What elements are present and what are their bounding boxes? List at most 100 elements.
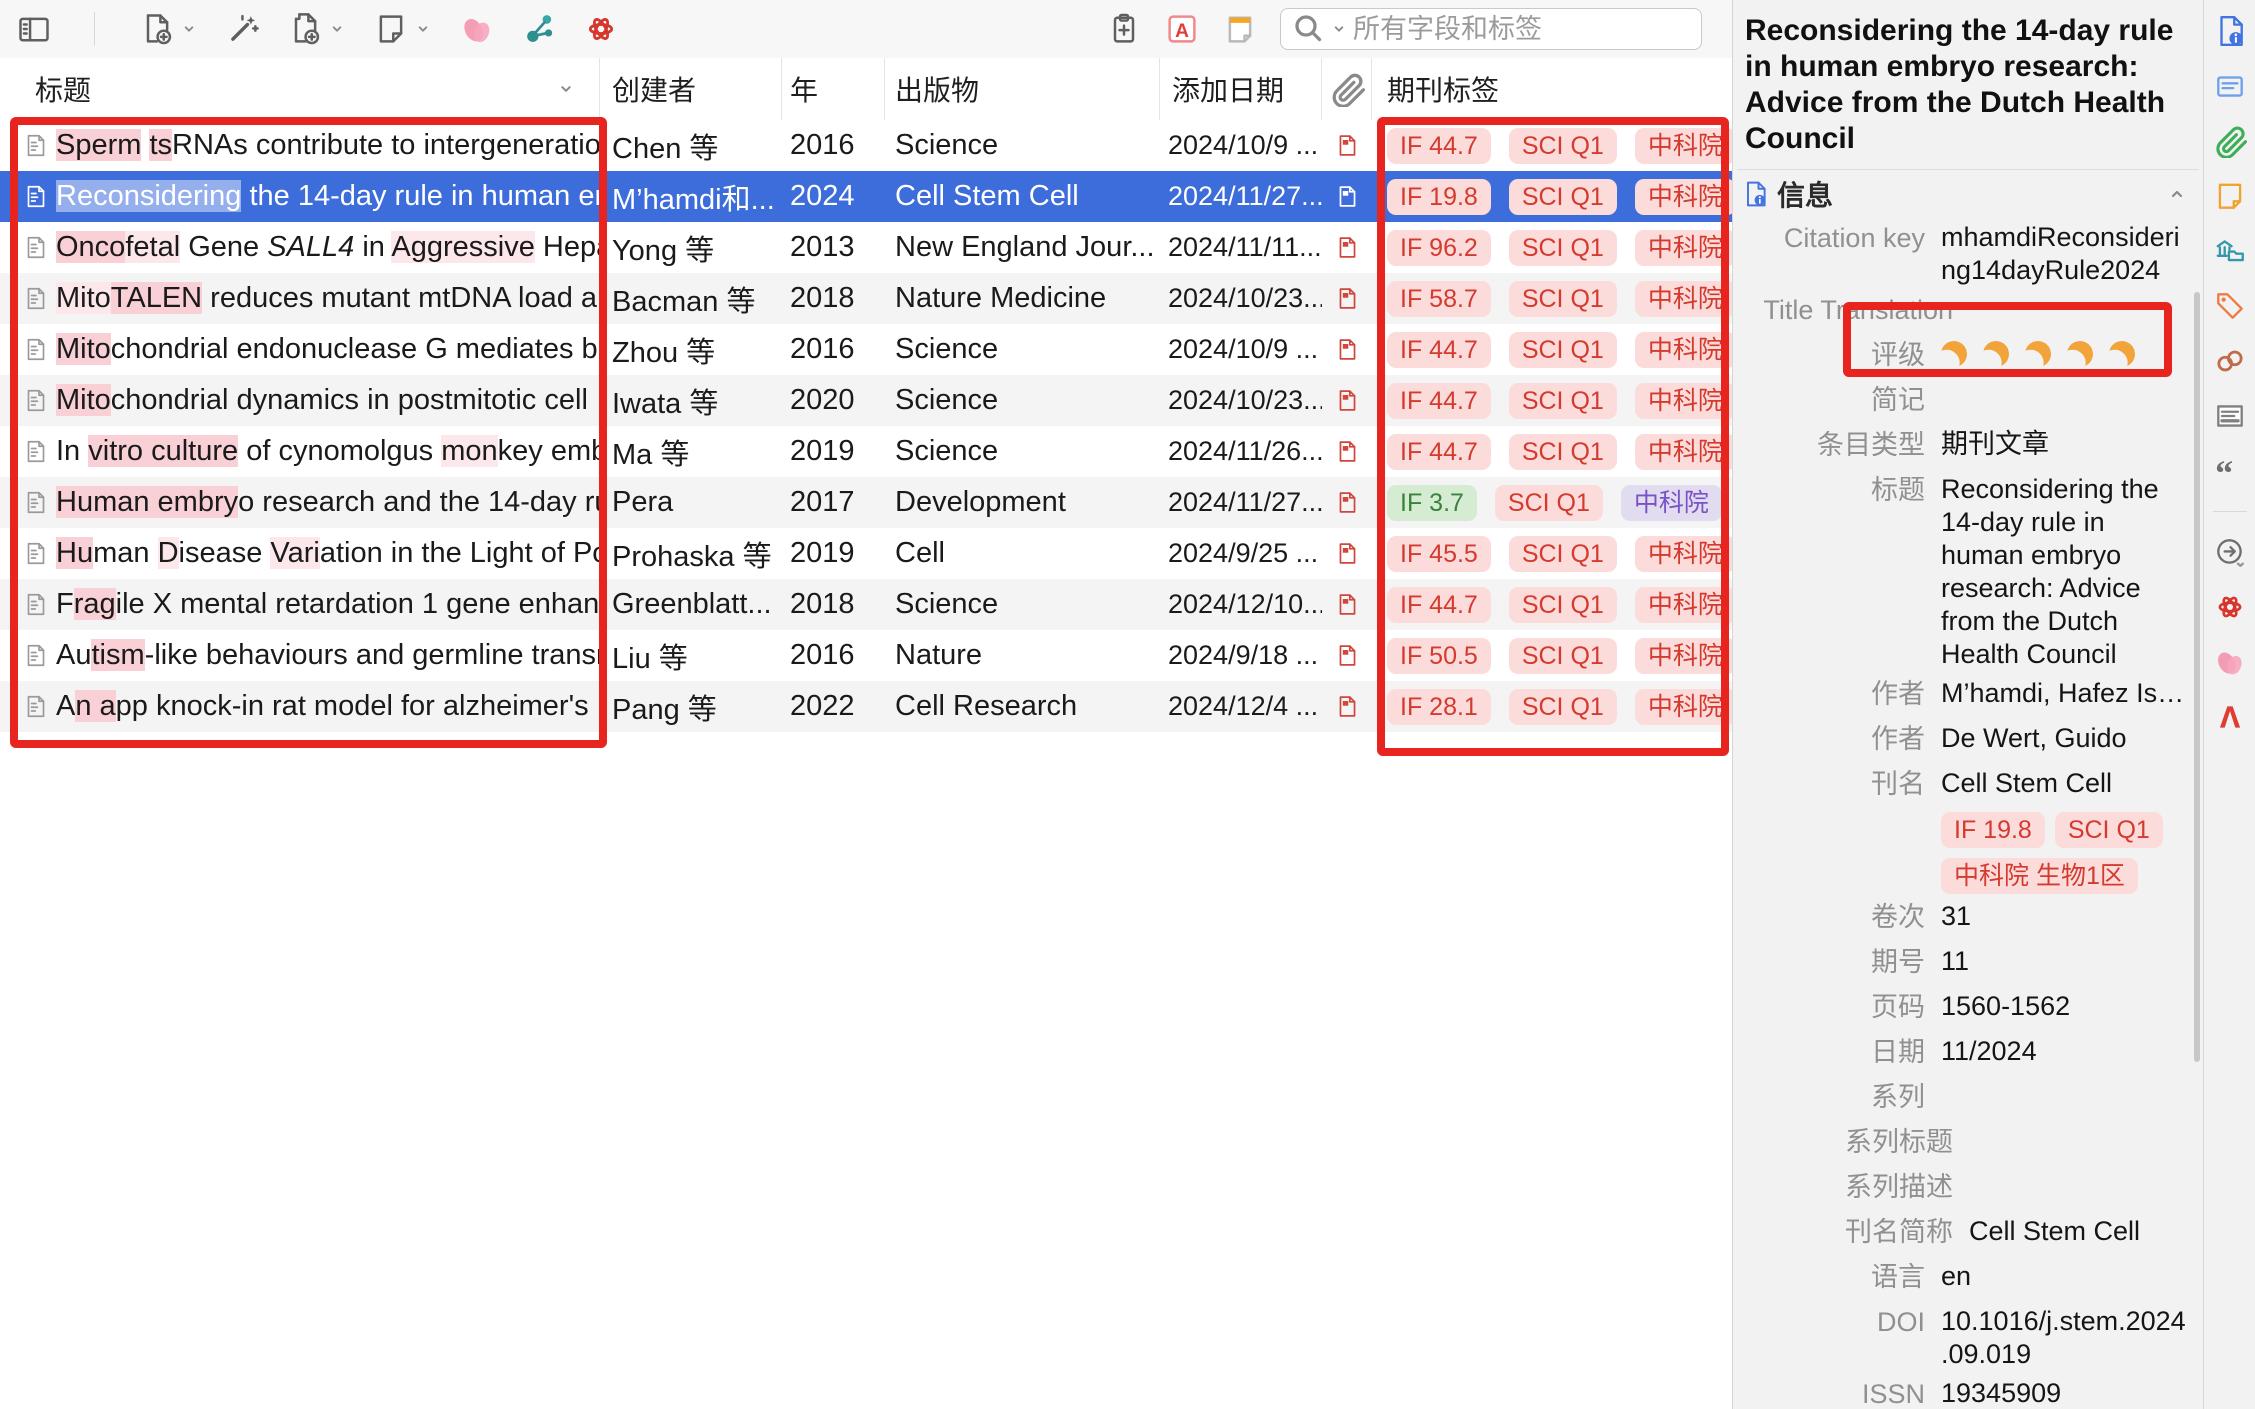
field-value[interactable]: Cell Stem Cell [1969, 1215, 2203, 1254]
search-input[interactable] [1351, 13, 1691, 46]
field-value[interactable]: M’hamdi, Hafez Is… [1941, 677, 2188, 716]
field-value[interactable]: 19345909 [1941, 1377, 2188, 1409]
journal-tag-badge[interactable]: 中科院 [1621, 485, 1722, 521]
journal-tag-badge[interactable]: 中科院 [1635, 536, 1732, 572]
field-value[interactable]: mhamdiReconsidering14dayRule2024 [1941, 221, 2188, 287]
sticky-note-icon[interactable] [1222, 11, 1258, 47]
table-row[interactable]: In vitro culture of cynomolgus monkey em… [0, 426, 1732, 477]
table-row[interactable]: Human Disease Variation in the Light of … [0, 528, 1732, 579]
field-value[interactable] [1969, 1170, 2203, 1209]
journal-tag-badge[interactable]: SCI Q1 [1509, 638, 1617, 674]
column-header-title[interactable]: 标题 [0, 58, 600, 120]
journal-tag-badge[interactable]: 中科院 [1635, 230, 1732, 266]
gpt-icon[interactable] [2213, 590, 2247, 624]
notes-icon[interactable] [2213, 179, 2247, 213]
journal-tag-badge[interactable]: SCI Q1 [1509, 689, 1617, 725]
journal-tag-badge[interactable]: SCI Q1 [1495, 485, 1603, 521]
add-attachment-icon[interactable] [287, 11, 347, 47]
field-value[interactable]: 31 [1941, 900, 2188, 939]
field-value[interactable]: Reconsidering the 14-day rule in human e… [1941, 473, 2188, 671]
moon-rating-icon[interactable] [2107, 339, 2138, 370]
journal-tag-badge[interactable]: 中科院 [1635, 434, 1732, 470]
journal-tag-badge[interactable]: IF 44.7 [1387, 128, 1491, 164]
journal-tag-badge[interactable]: 中科院 [1635, 383, 1732, 419]
translate-a-icon[interactable]: A [1164, 11, 1200, 47]
field-value[interactable] [1941, 338, 2188, 377]
journal-tag-badge[interactable]: SCI Q1 [1509, 536, 1617, 572]
annotations-icon[interactable] [2213, 399, 2247, 433]
field-value[interactable] [1969, 293, 2203, 332]
field-value[interactable] [1969, 1125, 2203, 1164]
journal-tag-badge[interactable]: IF 19.8 [1387, 179, 1491, 215]
journal-tag-badge[interactable]: 中科院 [1635, 638, 1732, 674]
collapse-panes-icon[interactable] [16, 11, 52, 47]
column-header-attachment[interactable] [1322, 58, 1372, 120]
clipboard-add-icon[interactable] [1106, 11, 1142, 47]
related-icon[interactable] [2213, 344, 2247, 378]
field-value[interactable]: 10.1016/j.stem.2024.09.019 [1941, 1305, 2188, 1371]
journal-tag-badge[interactable]: IF 50.5 [1387, 638, 1491, 674]
journal-tag-badge[interactable]: SCI Q1 [1509, 587, 1617, 623]
journal-tag-badge[interactable]: IF 44.7 [1387, 332, 1491, 368]
table-row[interactable]: Oncofetal Gene SALL4 in Aggressive Hepat… [0, 222, 1732, 273]
gpt-icon[interactable] [583, 11, 619, 47]
journal-tag-badge[interactable]: SCI Q1 [1509, 179, 1617, 215]
journal-tag-badge[interactable]: SCI Q1 [1509, 383, 1617, 419]
new-note-icon[interactable] [373, 11, 433, 47]
table-row[interactable]: Autism-like behaviours and germline tran… [0, 630, 1732, 681]
journal-tag-badge[interactable]: SCI Q1 [1509, 128, 1617, 164]
field-value[interactable]: 期刊文章 [1941, 428, 2188, 467]
table-row[interactable]: Sperm tsRNAs contribute to intergenerati… [0, 120, 1732, 171]
field-value[interactable]: 1560-1562 [1941, 990, 2188, 1029]
field-value[interactable] [1941, 1080, 2188, 1119]
field-value[interactable]: IF 19.8SCI Q1中科院 生物1区 [1941, 812, 2188, 894]
panel-scrollbar[interactable] [2194, 292, 2200, 1062]
pdf-translate-icon[interactable] [2213, 700, 2247, 734]
table-row[interactable]: Fragile X mental retardation 1 gene enha… [0, 579, 1732, 630]
journal-tag-badge[interactable]: IF 44.7 [1387, 383, 1491, 419]
journal-tag-badge[interactable]: IF 45.5 [1387, 536, 1491, 572]
journal-tag-badge[interactable]: 中科院 [1635, 179, 1732, 215]
column-header-year[interactable]: 年 [782, 58, 885, 120]
search-box[interactable] [1280, 8, 1702, 50]
journal-tag-badge[interactable]: IF 96.2 [1387, 230, 1491, 266]
column-header-date_added[interactable]: 添加日期 [1160, 58, 1322, 120]
column-header-publication[interactable]: 出版物 [885, 58, 1160, 120]
table-row[interactable]: Mitochondrial dynamics in postmitotic ce… [0, 375, 1732, 426]
scholaread-molecule-icon[interactable] [521, 11, 557, 47]
jasminum-petal-icon[interactable] [2213, 645, 2247, 679]
table-row[interactable]: MitoTALEN reduces mutant mtDNA load arBa… [0, 273, 1732, 324]
field-value[interactable]: en [1941, 1260, 2188, 1299]
journal-tag-badge[interactable]: 中科院 [1635, 281, 1732, 317]
field-value[interactable] [1941, 383, 2188, 422]
libraries-collections-icon[interactable] [2213, 234, 2247, 268]
column-header-creator[interactable]: 创建者 [600, 58, 782, 120]
info-section-header[interactable]: 信息 [1733, 170, 2203, 218]
field-value[interactable]: 11 [1941, 945, 2188, 984]
journal-tag-badge[interactable]: SCI Q1 [1509, 332, 1617, 368]
table-row[interactable]: Mitochondrial endonuclease G mediates br… [0, 324, 1732, 375]
journal-tag-badge[interactable]: 中科院 [1635, 689, 1732, 725]
locate-icon[interactable] [2213, 535, 2247, 569]
table-row[interactable]: Reconsidering the 14-day rule in human e… [0, 171, 1732, 222]
search-options-chevron-icon[interactable] [1329, 19, 1349, 39]
table-row[interactable]: An app knock-in rat model for alzheimer'… [0, 681, 1732, 732]
magic-wand-icon[interactable] [225, 11, 261, 47]
field-value[interactable]: De Wert, Guido [1941, 722, 2188, 761]
journal-tag-badge[interactable]: IF 19.8 [1941, 812, 2045, 848]
journal-tag-badge[interactable]: 中科院 [1635, 128, 1732, 164]
journal-tag-badge[interactable]: IF 44.7 [1387, 434, 1491, 470]
journal-tag-badge[interactable]: SCI Q1 [1509, 434, 1617, 470]
journal-tag-badge[interactable]: SCI Q1 [1509, 230, 1617, 266]
moon-rating-icon[interactable] [1981, 339, 2012, 370]
abstract-icon[interactable] [2213, 69, 2247, 103]
chevron-up-icon[interactable] [2165, 182, 2189, 206]
field-value[interactable]: Cell Stem Cell [1941, 767, 2188, 806]
item-info-icon[interactable] [2213, 14, 2247, 48]
moon-rating-icon[interactable] [1939, 339, 1970, 370]
table-row[interactable]: Human embryo research and the 14-day ruP… [0, 477, 1732, 528]
column-header-tags[interactable]: 期刊标签 [1372, 58, 1732, 120]
journal-tag-badge[interactable]: 中科院 [1635, 587, 1732, 623]
moon-rating-icon[interactable] [2023, 339, 2054, 370]
journal-tag-badge[interactable]: IF 3.7 [1387, 485, 1477, 521]
